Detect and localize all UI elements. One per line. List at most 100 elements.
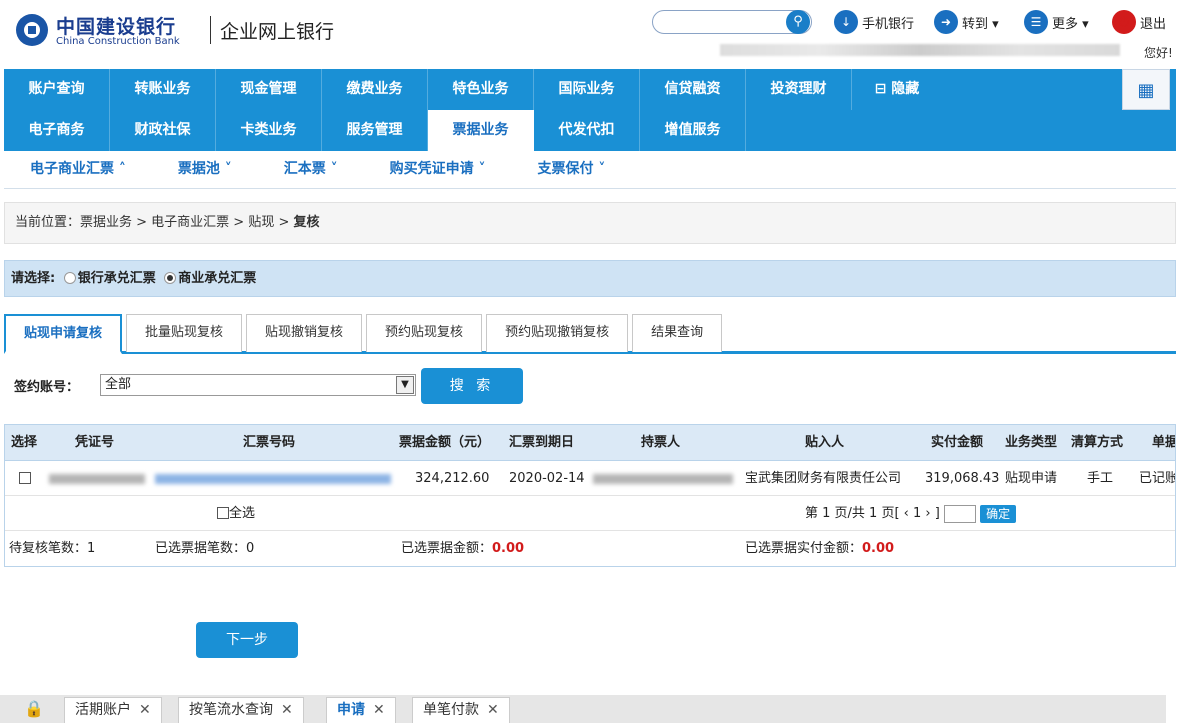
confirm-button[interactable]: 确定 (980, 504, 1017, 523)
account-select-value: 全部 (105, 377, 132, 392)
summary-row: 待复核笔数：1 已选票据笔数：0 已选票据金额：0.00 已选票据实付金额：0.… (5, 531, 1175, 566)
more-button[interactable]: ☰ 更多 ▾ (1024, 10, 1089, 34)
pending-count: 待复核笔数：1 (9, 531, 95, 566)
brand-name-en: China Construction Bank (56, 36, 180, 47)
select-all-control[interactable]: 全选 (217, 496, 255, 531)
nav-item-finance-social[interactable]: 财政社保 (110, 110, 216, 151)
nav-item-account-query[interactable]: 账户查询 (4, 69, 110, 110)
brand-subtitle: 企业网上银行 (220, 21, 335, 43)
th-receiver: 贴入人 (805, 435, 845, 450)
selected-paid-value: 0.00 (862, 541, 895, 556)
bottom-tab-label: 申请 (337, 702, 365, 718)
close-icon[interactable]: ✕ (487, 702, 499, 718)
nav-item-credit[interactable]: 信贷融资 (640, 69, 746, 110)
sub-nav: 电子商业汇票 ˄ 票据池 ˅ 汇本票 ˅ 购买凭证申请 ˅ 支票保付 ˅ (4, 151, 1176, 189)
account-select[interactable]: 全部 ▼ (100, 374, 416, 396)
paid-amount-cell: 319,068.43 (925, 471, 1000, 486)
bottom-tab-bar: 🔒 活期账户 ✕ 按笔流水查询 ✕ 申请 ✕ 单笔付款 ✕ (0, 695, 1166, 723)
th-draft-no: 汇票号码 (243, 435, 296, 450)
nav-item-ecommerce[interactable]: 电子商务 (4, 110, 110, 151)
selected-count-label: 已选票据笔数： (155, 541, 247, 556)
selected-paid-amount: 已选票据实付金额：0.00 (745, 531, 894, 566)
goto-label: 转到 ▾ (962, 16, 999, 32)
subnav-item-draft-note[interactable]: 汇本票 ˅ (258, 151, 364, 189)
breadcrumb-path: 当前位置：票据业务 > 电子商业汇票 > 贴现 > (15, 215, 294, 230)
lock-icon[interactable]: 🔒 (22, 697, 46, 721)
tab-batch-discount-review[interactable]: 批量贴现复核 (126, 314, 243, 352)
tab-reserved-revoke-review[interactable]: 预约贴现撤销复核 (486, 314, 629, 352)
voucher-no-redacted (49, 461, 145, 496)
bottom-tab-label: 按笔流水查询 (189, 702, 273, 718)
bottom-tab-label: 活期账户 (75, 702, 131, 718)
bottom-tab-label: 单笔付款 (423, 702, 479, 718)
th-business-type: 业务类型 (1005, 435, 1058, 450)
mobile-bank-label: 手机银行 (862, 16, 915, 32)
page-input[interactable] (943, 504, 976, 523)
tab-result-query[interactable]: 结果查询 (632, 314, 723, 352)
bottom-tab-current-account[interactable]: 活期账户 ✕ (64, 697, 162, 723)
due-date-cell: 2020-02-14 (509, 471, 585, 486)
mobile-bank-button[interactable]: ↓ 手机银行 (834, 10, 914, 34)
holder-redacted (593, 461, 733, 496)
logout-button[interactable]: ⏻ 退出 (1112, 10, 1166, 34)
grid-menu-icon[interactable]: ▦ (1122, 69, 1170, 110)
bottom-tab-single-payment[interactable]: 单笔付款 ✕ (412, 697, 510, 723)
bottom-tab-apply[interactable]: 申请 ✕ (326, 697, 396, 723)
tab-reserved-discount-review[interactable]: 预约贴现复核 (366, 314, 483, 352)
goto-icon: ➜ (934, 10, 958, 34)
close-icon[interactable]: ✕ (139, 702, 151, 718)
next-step-button[interactable]: 下一步 (196, 622, 298, 658)
th-paid-amount: 实付金额 (931, 435, 984, 450)
more-label: 更多 ▾ (1052, 16, 1089, 32)
pager-text: 第 1 页/共 1 页[ ‹ 1 › ] (805, 506, 940, 521)
nav-item-card[interactable]: 卡类业务 (216, 110, 322, 151)
nav-item-investment[interactable]: 投资理财 (746, 69, 852, 110)
subnav-item-ecommerce-draft[interactable]: 电子商业汇票 ˄ (4, 151, 152, 189)
subnav-item-bill-pool[interactable]: 票据池 ˅ (152, 151, 258, 189)
nav-item-value-added[interactable]: 增值服务 (640, 110, 746, 151)
nav-item-special[interactable]: 特色业务 (428, 69, 534, 110)
search-button[interactable]: 搜 索 (421, 368, 523, 404)
bottom-tab-flow-query[interactable]: 按笔流水查询 ✕ (178, 697, 304, 723)
goto-button[interactable]: ➜ 转到 ▾ (934, 10, 999, 34)
nav-item-cash-management[interactable]: 现金管理 (216, 69, 322, 110)
close-icon[interactable]: ✕ (281, 702, 293, 718)
bill-table: 选择 凭证号 汇票号码 票据金额（元） 汇票到期日 持票人 贴入人 实付金额 业… (4, 424, 1176, 567)
power-icon: ⏻ (1112, 10, 1136, 34)
user-info-redacted (720, 44, 1120, 56)
breadcrumb: 当前位置：票据业务 > 电子商业汇票 > 贴现 > 复核 (4, 202, 1176, 244)
status-cell: 已记账 (1139, 471, 1176, 486)
tab-discount-apply-review[interactable]: 贴现申请复核 (4, 314, 123, 354)
clearing-cell: 手工 (1087, 471, 1114, 486)
close-icon[interactable]: ✕ (373, 702, 385, 718)
draft-no-redacted[interactable] (155, 461, 391, 496)
select-all-label: 全选 (229, 506, 256, 521)
subnav-item-voucher-purchase[interactable]: 购买凭证申请 ˅ (364, 151, 512, 189)
table-header: 选择 凭证号 汇票号码 票据金额（元） 汇票到期日 持票人 贴入人 实付金额 业… (5, 425, 1175, 461)
nav-item-payment[interactable]: 缴费业务 (322, 69, 428, 110)
more-icon: ☰ (1024, 10, 1048, 34)
nav-item-agency[interactable]: 代发代扣 (534, 110, 640, 151)
nav-item-bills[interactable]: 票据业务 (428, 110, 534, 151)
breadcrumb-current: 复核 (293, 215, 320, 230)
nav-item-transfer[interactable]: 转账业务 (110, 69, 216, 110)
pending-count-label: 待复核笔数： (9, 541, 88, 556)
table-row[interactable]: 324,212.60 2020-02-14 宝武集团财务有限责任公司 319,0… (5, 461, 1176, 496)
th-select: 选择 (11, 435, 38, 450)
tab-discount-revoke-review[interactable]: 贴现撤销复核 (246, 314, 363, 352)
commercial-acceptance-radio[interactable] (164, 272, 177, 284)
bank-acceptance-radio[interactable] (63, 272, 76, 284)
brand-name-cn: 中国建设银行 (56, 16, 177, 38)
nav-item-international[interactable]: 国际业务 (534, 69, 640, 110)
review-tabs: 贴现申请复核 批量贴现复核 贴现撤销复核 预约贴现复核 预约贴现撤销复核 结果查… (4, 314, 1176, 354)
bank-acceptance-label: 银行承兑汇票 (77, 271, 156, 286)
pager: 第 1 页/共 1 页[ ‹ 1 › ] 确定 (805, 496, 1017, 531)
subnav-item-check-guarantee[interactable]: 支票保付 ˅ (512, 151, 632, 189)
row-checkbox[interactable] (19, 461, 31, 496)
search-icon[interactable]: ⚲ (786, 10, 810, 34)
greeting: 您好! (1144, 46, 1173, 60)
nav-item-service[interactable]: 服务管理 (322, 110, 428, 151)
nav-item-hide[interactable]: ⊟ 隐藏 (852, 69, 942, 110)
pending-count-value: 1 (87, 541, 96, 556)
selected-amount-label: 已选票据金额： (401, 541, 493, 556)
